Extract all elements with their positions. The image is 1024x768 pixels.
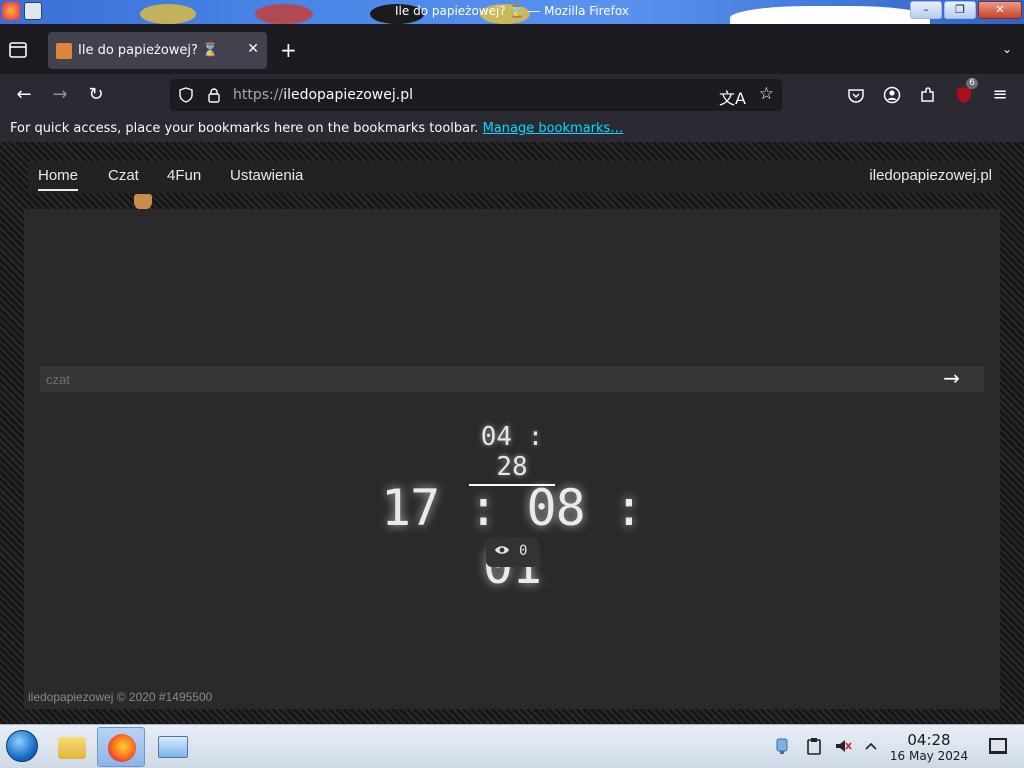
url-bar[interactable]: https://iledopapiezowej.pl 文A ☆ xyxy=(170,79,782,111)
clock-date: 16 May 2024 xyxy=(889,749,969,763)
start-button[interactable] xyxy=(6,730,38,762)
viewers-counter: 0 xyxy=(486,537,538,567)
bookmarks-message: For quick access, place your bookmarks h… xyxy=(10,121,623,136)
list-all-tabs-icon[interactable]: ⌄ xyxy=(1002,42,1012,56)
taskbar-file-manager[interactable] xyxy=(46,727,94,767)
extensions-puzzle-icon[interactable] xyxy=(919,86,937,104)
url-scheme: https:// xyxy=(233,87,284,103)
taskbar-firefox[interactable] xyxy=(97,727,145,767)
back-button[interactable]: ← xyxy=(13,84,35,106)
folder-icon xyxy=(58,737,86,759)
nav-home[interactable]: Home xyxy=(38,167,79,191)
firefox-icon xyxy=(108,734,136,762)
main-panel: → 04 : 28 17 : 08 : 01 0 iledopapiezowej… xyxy=(24,209,1000,709)
remote-desktop-icon xyxy=(158,736,188,758)
minimize-button[interactable]: – xyxy=(910,1,942,19)
account-icon[interactable] xyxy=(883,86,901,104)
site-favicon-icon xyxy=(56,43,72,59)
taskbar-remote-desktop[interactable] xyxy=(148,727,196,767)
viewers-count: 0 xyxy=(519,543,528,559)
tab-close-icon[interactable]: ✕ xyxy=(247,41,259,57)
manage-bookmarks-link[interactable]: Manage bookmarks… xyxy=(483,121,624,136)
current-time: 04 : 28 xyxy=(469,422,555,486)
network-tray-icon[interactable] xyxy=(773,737,791,755)
tray-expand-icon[interactable] xyxy=(862,737,880,755)
forward-button[interactable]: → xyxy=(49,84,71,106)
lock-icon[interactable] xyxy=(206,87,222,103)
maximize-button[interactable]: ❐ xyxy=(944,1,976,19)
window-titlebar[interactable]: Ile do papieżowej? ⌛ — Mozilla Firefox –… xyxy=(0,0,1024,24)
speaker-muted-icon xyxy=(836,740,852,752)
menu-hamburger-icon[interactable]: ≡ xyxy=(991,86,1009,104)
window-title: Ile do papieżowej? ⌛ — Mozilla Firefox xyxy=(395,4,629,18)
nav-czat[interactable]: Czat xyxy=(108,167,139,184)
site-brand[interactable]: iledopapiezowej.pl xyxy=(869,167,992,184)
url-host: iledopapiezowej.pl xyxy=(283,87,413,103)
nav-ustawienia[interactable]: Ustawienia xyxy=(230,167,303,184)
send-arrow-icon[interactable]: → xyxy=(943,368,960,388)
clipboard-tray-icon[interactable] xyxy=(805,737,823,755)
tab-bar: Ile do papieżowej? ⌛ ✕ + ⌄ xyxy=(0,24,1024,74)
hand-emoji-icon xyxy=(134,194,152,210)
clock-time: 04:28 xyxy=(907,731,951,749)
show-desktop-button[interactable] xyxy=(989,738,1007,754)
screen: Ile do papieżowej? ⌛ — Mozilla Firefox –… xyxy=(0,0,1024,768)
chat-bar: → xyxy=(40,366,984,392)
translate-icon[interactable]: 文A xyxy=(719,85,746,109)
ublock-extension-icon[interactable]: 6 xyxy=(955,78,978,104)
volume-muted-tray-icon[interactable] xyxy=(834,737,852,755)
tab-list-icon[interactable] xyxy=(8,40,28,60)
navigation-toolbar: ← → ↻ https://iledopapiezowej.pl 文A ☆ 6 … xyxy=(0,74,1024,116)
tracking-protection-shield-icon[interactable] xyxy=(178,87,194,103)
site-footer: iledopapiezowej © 2020 #1495500 xyxy=(28,690,213,704)
new-tab-button[interactable]: + xyxy=(280,40,297,60)
taskbar: 04:28 16 May 2024 xyxy=(0,724,1024,768)
taskbar-clock[interactable]: 04:28 16 May 2024 xyxy=(884,731,974,764)
bookmarks-hint: For quick access, place your bookmarks h… xyxy=(10,121,479,136)
site-nav: Home Czat 4Fun Ustawienia iledopapiezowe… xyxy=(28,161,1000,193)
tab-title: Ile do papieżowej? ⌛ xyxy=(78,43,219,58)
reload-button[interactable]: ↻ xyxy=(85,84,107,106)
network-icon xyxy=(776,738,788,754)
bookmark-star-icon[interactable]: ☆ xyxy=(759,84,774,104)
clipboard-icon xyxy=(807,738,821,755)
pocket-icon[interactable] xyxy=(847,86,865,104)
bookmarks-toolbar: For quick access, place your bookmarks h… xyxy=(0,116,1024,142)
chevron-up-icon xyxy=(865,742,877,750)
chat-input[interactable] xyxy=(40,366,940,392)
page-content: Home Czat 4Fun Ustawienia iledopapiezowe… xyxy=(0,142,1024,724)
tab-active[interactable]: Ile do papieżowej? ⌛ ✕ xyxy=(48,32,267,69)
eye-icon xyxy=(495,546,509,554)
nav-4fun[interactable]: 4Fun xyxy=(167,167,201,184)
window-controls: – ❐ ✕ xyxy=(910,1,1022,19)
extension-badge: 6 xyxy=(966,78,978,89)
close-window-button[interactable]: ✕ xyxy=(978,1,1022,19)
url-text[interactable]: https://iledopapiezowej.pl xyxy=(233,87,413,103)
